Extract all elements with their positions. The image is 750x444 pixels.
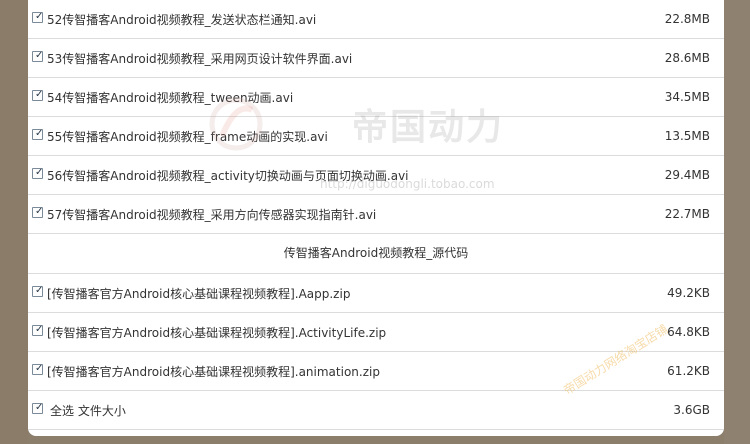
file-checkbox[interactable]: ✓ xyxy=(32,11,44,23)
file-checkbox[interactable]: ✓ xyxy=(32,128,44,140)
left-background-strip xyxy=(0,0,28,444)
file-checkbox[interactable]: ✓ xyxy=(32,206,44,218)
file-name: [传智播客官方Android核心基础课程视频教程].ActivityLife.z… xyxy=(47,326,387,340)
video-file-list: ✓ 52传智播客Android视频教程_发送状态栏通知.avi 22.8MB ✓ 53传… xyxy=(28,0,724,234)
file-row[interactable]: ✓ 56传智播客Android视频教程_activity切换动画与页面切换动画.a… xyxy=(28,156,724,195)
check-icon: ✓ xyxy=(35,363,44,374)
file-size: 61.2KB xyxy=(667,364,710,378)
file-name: 53传智播客Android视频教程_采用网页设计软件界面.avi xyxy=(47,52,353,66)
file-name: 54传智播客Android视频教程_tween动画.avi xyxy=(47,91,294,105)
file-row[interactable]: ✓ 53传智播客Android视频教程_采用网页设计软件界面.avi 28.6MB xyxy=(28,39,724,78)
file-size: 22.7MB xyxy=(664,207,710,221)
check-icon: ✓ xyxy=(35,324,44,335)
file-checkbox[interactable]: ✓ xyxy=(32,167,44,179)
right-background-strip xyxy=(724,0,750,444)
file-name: [传智播客官方Android核心基础课程视频教程].animation.zip xyxy=(47,365,380,379)
file-row[interactable]: ✓ [传智播客官方Android核心基础课程视频教程].animation.zip… xyxy=(28,352,724,391)
select-all-checkbox[interactable]: ✓ xyxy=(32,402,44,414)
check-icon: ✓ xyxy=(35,206,44,217)
section-title: 传智播客Android视频教程_源代码 xyxy=(28,234,724,274)
file-size: 22.8MB xyxy=(664,12,710,26)
file-checkbox[interactable]: ✓ xyxy=(32,324,44,336)
file-row[interactable]: ✓ 55传智播客Android视频教程_frame动画的实现.avi 13.5MB xyxy=(28,117,724,156)
file-size: 64.8KB xyxy=(667,325,710,339)
file-row[interactable]: ✓ [传智播客官方Android核心基础课程视频教程].ActivityLife.… xyxy=(28,313,724,352)
check-icon: ✓ xyxy=(35,285,44,296)
file-size: 13.5MB xyxy=(664,129,710,143)
file-name: 55传智播客Android视频教程_frame动画的实现.avi xyxy=(47,130,328,144)
file-size: 34.5MB xyxy=(664,90,710,104)
file-name: 57传智播客Android视频教程_采用方向传感器实现指南针.avi xyxy=(47,208,377,222)
file-row[interactable]: ✓ 54传智播客Android视频教程_tween动画.avi 34.5MB xyxy=(28,78,724,117)
file-list-panel: ✓ 52传智播客Android视频教程_发送状态栏通知.avi 22.8MB ✓ 53传… xyxy=(28,0,724,436)
file-size: 49.2KB xyxy=(667,286,710,300)
file-name: 52传智播客Android视频教程_发送状态栏通知.avi xyxy=(47,13,317,27)
check-icon: ✓ xyxy=(35,50,44,61)
check-icon: ✓ xyxy=(35,402,44,413)
file-name: [传智播客官方Android核心基础课程视频教程].Aapp.zip xyxy=(47,287,351,301)
check-icon: ✓ xyxy=(35,167,44,178)
file-checkbox[interactable]: ✓ xyxy=(32,285,44,297)
file-size: 29.4MB xyxy=(664,168,710,182)
file-checkbox[interactable]: ✓ xyxy=(32,89,44,101)
file-checkbox[interactable]: ✓ xyxy=(32,363,44,375)
check-icon: ✓ xyxy=(35,89,44,100)
file-checkbox[interactable]: ✓ xyxy=(32,50,44,62)
check-icon: ✓ xyxy=(35,128,44,139)
source-file-list: ✓ [传智播客官方Android核心基础课程视频教程].Aapp.zip 49.2K… xyxy=(28,274,724,391)
select-all-row[interactable]: ✓ 全选 文件大小 3.6GB xyxy=(28,391,724,430)
file-name: 56传智播客Android视频教程_activity切换动画与页面切换动画.av… xyxy=(47,169,409,183)
file-size: 28.6MB xyxy=(664,51,710,65)
file-row[interactable]: ✓ 57传智播客Android视频教程_采用方向传感器实现指南针.avi 22.7M… xyxy=(28,195,724,234)
check-icon: ✓ xyxy=(35,11,44,22)
file-row[interactable]: ✓ 52传智播客Android视频教程_发送状态栏通知.avi 22.8MB xyxy=(28,0,724,39)
file-row[interactable]: ✓ [传智播客官方Android核心基础课程视频教程].Aapp.zip 49.2K… xyxy=(28,274,724,313)
total-size: 3.6GB xyxy=(673,403,710,417)
select-all-label: 全选 文件大小 xyxy=(50,404,126,418)
